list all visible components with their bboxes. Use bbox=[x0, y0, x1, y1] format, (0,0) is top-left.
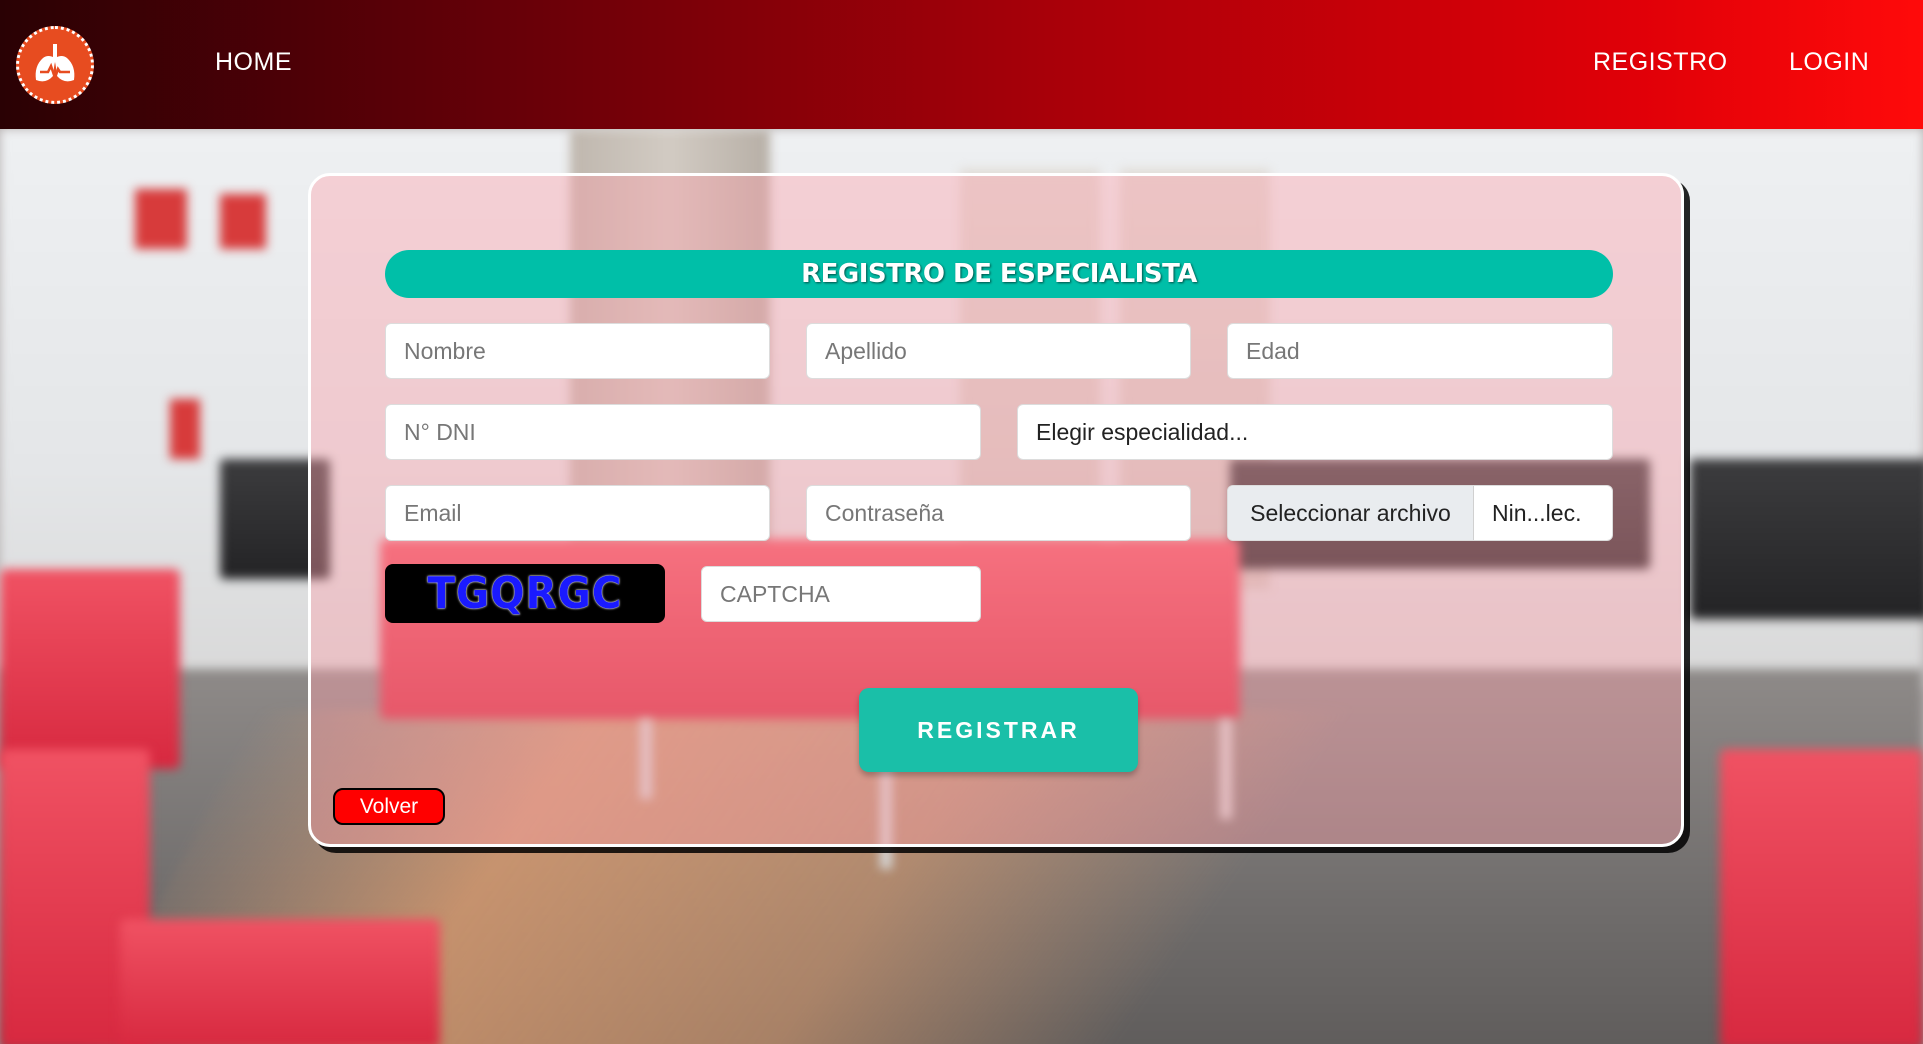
selected-file-name: Nin...lec. bbox=[1492, 499, 1582, 526]
especialidad-selected-value: Elegir especialidad... bbox=[1036, 418, 1249, 445]
top-navbar: HOME REGISTRO LOGIN bbox=[0, 0, 1923, 129]
registration-card: REGISTRO DE ESPECIALISTA Elegir especial… bbox=[308, 173, 1684, 847]
select-file-button[interactable]: Seleccionar archivo bbox=[1228, 486, 1474, 540]
edad-input[interactable] bbox=[1227, 323, 1613, 379]
apellido-input[interactable] bbox=[806, 323, 1191, 379]
registrar-button[interactable]: REGISTRAR bbox=[859, 688, 1138, 772]
especialidad-select[interactable]: Elegir especialidad... bbox=[1017, 404, 1613, 460]
captcha-input[interactable] bbox=[701, 566, 981, 622]
captcha-code: TGQRGC bbox=[427, 568, 623, 619]
password-input[interactable] bbox=[806, 485, 1191, 541]
file-upload-field[interactable]: Seleccionar archivo Nin...lec. bbox=[1227, 485, 1613, 541]
email-input[interactable] bbox=[385, 485, 770, 541]
lungs-heartbeat-icon[interactable] bbox=[16, 26, 94, 104]
nav-home-link[interactable]: HOME bbox=[215, 48, 292, 77]
nombre-input[interactable] bbox=[385, 323, 770, 379]
dni-input[interactable] bbox=[385, 404, 981, 460]
captcha-image: TGQRGC bbox=[385, 564, 665, 623]
nav-registro-link[interactable]: REGISTRO bbox=[1593, 48, 1728, 77]
nav-login-link[interactable]: LOGIN bbox=[1789, 48, 1869, 77]
form-title: REGISTRO DE ESPECIALISTA bbox=[385, 250, 1613, 298]
volver-button[interactable]: Volver bbox=[333, 788, 445, 825]
